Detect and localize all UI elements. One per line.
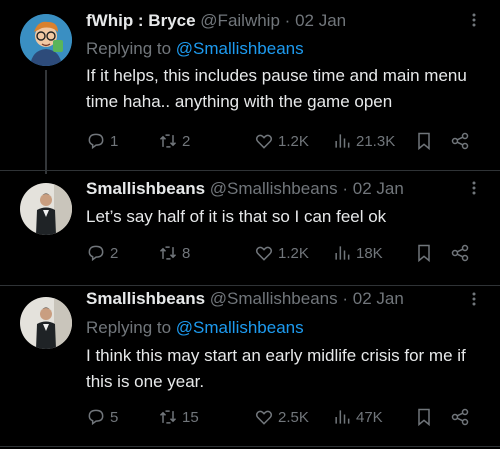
- view-count: 47K: [356, 408, 383, 426]
- share-button[interactable]: [450, 406, 470, 428]
- tweet-date[interactable]: 02 Jan: [353, 289, 404, 308]
- bookmark-button[interactable]: [414, 242, 434, 264]
- tweet-text: I think this may start an early midlife …: [86, 346, 466, 391]
- share-button[interactable]: [450, 242, 470, 264]
- replying-to: Replying to @Smallishbeans: [86, 317, 304, 339]
- views-button[interactable]: 18K: [332, 242, 383, 264]
- user-handle[interactable]: @Failwhip: [200, 11, 280, 30]
- reply-button[interactable]: 1: [86, 130, 118, 152]
- retweet-icon: [159, 410, 177, 424]
- like-button[interactable]: 2.5K: [254, 406, 309, 428]
- share-icon: [451, 132, 469, 150]
- display-name[interactable]: Smallishbeans: [86, 179, 205, 198]
- like-count: 1.2K: [278, 132, 309, 150]
- like-count: 1.2K: [278, 244, 309, 262]
- reply-count: 5: [110, 408, 119, 426]
- more-dots-icon[interactable]: [466, 180, 482, 196]
- bar-chart-icon: [335, 246, 350, 260]
- tweet-date[interactable]: 02 Jan: [353, 179, 404, 198]
- reply-button[interactable]: 5: [86, 406, 118, 428]
- bookmark-icon: [418, 132, 430, 151]
- avatar-photo-image: [20, 297, 72, 349]
- tweet[interactable]: Smallishbeans @Smallishbeans · 02 Jan Re…: [0, 285, 500, 449]
- bookmark-button[interactable]: [414, 130, 434, 152]
- comment-bubble-icon: [88, 409, 104, 426]
- heart-icon: [255, 134, 273, 149]
- bookmark-icon: [418, 408, 430, 427]
- tweet-thread: fWhip : Bryce @Failwhip · 02 Jan Replyin…: [0, 0, 500, 449]
- tweet-text: Let’s say half of it is that so I can fe…: [86, 207, 387, 226]
- reply-button[interactable]: 2: [86, 242, 118, 264]
- thread-connector-line: [45, 70, 47, 174]
- replying-to-label: Replying to: [86, 318, 172, 337]
- share-button[interactable]: [450, 130, 470, 152]
- bookmark-icon: [418, 244, 430, 263]
- mention-link[interactable]: @Smallishbeans: [176, 318, 304, 337]
- mention-link[interactable]: @Smallishbeans: [176, 39, 304, 58]
- retweet-icon: [159, 246, 177, 260]
- view-count: 21.3K: [356, 132, 396, 150]
- tweet-header: fWhip : Bryce @Failwhip · 02 Jan: [86, 10, 460, 32]
- user-handle[interactable]: @Smallishbeans: [210, 289, 338, 308]
- avatar[interactable]: [20, 14, 72, 66]
- views-button[interactable]: 21.3K: [332, 130, 395, 152]
- tweet-date[interactable]: 02 Jan: [295, 11, 346, 30]
- bar-chart-icon: [335, 134, 350, 148]
- retweet-count: 2: [182, 132, 191, 150]
- tweet-text: If it helps, this includes pause time an…: [86, 66, 467, 111]
- comment-bubble-icon: [88, 245, 104, 262]
- action-bar: 1 2 1.2K 21.3K: [86, 130, 486, 152]
- replying-to: Replying to @Smallishbeans: [86, 38, 304, 60]
- tweet-header: Smallishbeans @Smallishbeans · 02 Jan: [86, 178, 460, 200]
- retweet-count: 8: [182, 244, 191, 262]
- heart-icon: [255, 246, 273, 261]
- action-bar: 5 15 2.5K 47K: [86, 406, 486, 428]
- share-icon: [451, 244, 469, 262]
- retweet-count: 15: [182, 408, 199, 426]
- separator-dot: ·: [284, 11, 291, 30]
- avatar[interactable]: [20, 297, 72, 349]
- avatar-photo-image: [20, 183, 72, 235]
- avatar[interactable]: [20, 183, 72, 235]
- replying-to-label: Replying to: [86, 39, 172, 58]
- tweet-header: Smallishbeans @Smallishbeans · 02 Jan: [86, 288, 460, 310]
- avatar-cartoon-image: [20, 14, 72, 66]
- like-count: 2.5K: [278, 408, 309, 426]
- separator-dot: ·: [342, 289, 349, 308]
- retweet-button[interactable]: 8: [158, 242, 190, 264]
- like-button[interactable]: 1.2K: [254, 130, 309, 152]
- comment-bubble-icon: [88, 133, 104, 150]
- more-dots-icon[interactable]: [466, 291, 482, 307]
- heart-icon: [255, 410, 273, 425]
- tweet[interactable]: Smallishbeans @Smallishbeans · 02 Jan Le…: [0, 170, 500, 285]
- more-dots-icon[interactable]: [466, 12, 482, 28]
- display-name[interactable]: fWhip : Bryce: [86, 11, 196, 30]
- bookmark-button[interactable]: [414, 406, 434, 428]
- tweet[interactable]: fWhip : Bryce @Failwhip · 02 Jan Replyin…: [0, 0, 500, 174]
- retweet-button[interactable]: 15: [158, 406, 199, 428]
- views-button[interactable]: 47K: [332, 406, 383, 428]
- bar-chart-icon: [335, 410, 350, 424]
- reply-count: 2: [110, 244, 119, 262]
- retweet-icon: [159, 134, 177, 148]
- view-count: 18K: [356, 244, 383, 262]
- reply-count: 1: [110, 132, 119, 150]
- retweet-button[interactable]: 2: [158, 130, 190, 152]
- tweet-divider: [0, 446, 500, 447]
- separator-dot: ·: [342, 179, 349, 198]
- action-bar: 2 8 1.2K 18K: [86, 242, 486, 264]
- user-handle[interactable]: @Smallishbeans: [210, 179, 338, 198]
- like-button[interactable]: 1.2K: [254, 242, 309, 264]
- share-icon: [451, 408, 469, 426]
- display-name[interactable]: Smallishbeans: [86, 289, 205, 308]
